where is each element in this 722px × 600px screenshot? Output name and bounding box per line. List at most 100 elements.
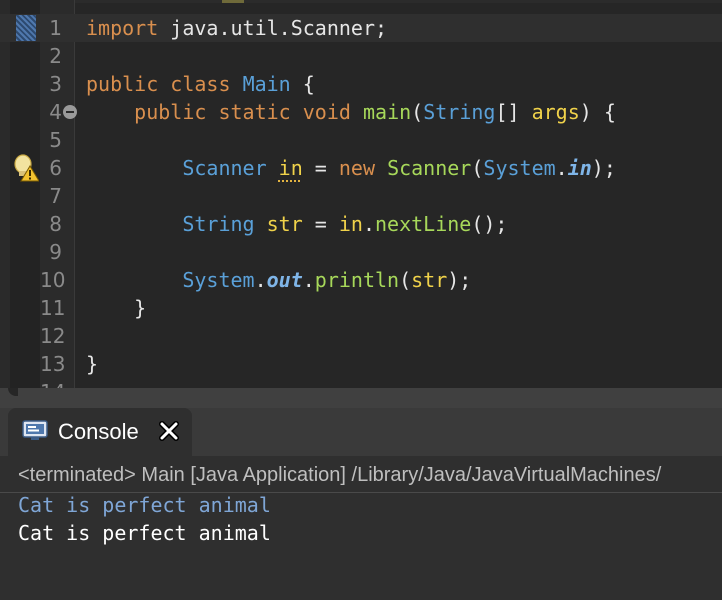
- code-token: ();: [471, 212, 508, 236]
- console-monitor-icon: [22, 420, 48, 440]
- separator-notch: [8, 388, 18, 396]
- code-token: void: [302, 100, 351, 124]
- bookmark-icon[interactable]: [16, 15, 36, 41]
- code-token: .: [362, 212, 376, 236]
- code-token: .: [555, 156, 568, 180]
- line-number: 1: [49, 16, 62, 40]
- code-line[interactable]: 5: [0, 126, 722, 154]
- code-token: .: [302, 268, 315, 292]
- code-token: ) {: [579, 100, 616, 124]
- code-token: new: [338, 156, 376, 180]
- code-line[interactable]: 11 }: [0, 294, 722, 322]
- code-line[interactable]: 13}: [0, 350, 722, 378]
- code-text[interactable]: Scanner in = new Scanner(System.in);: [86, 154, 616, 182]
- console-output-line: Cat is perfect animal: [18, 521, 271, 545]
- code-token: str: [411, 268, 448, 292]
- code-token: java.util.Scanner;: [158, 16, 388, 40]
- lightbulb-warning-icon[interactable]: [13, 154, 39, 182]
- code-editor[interactable]: 1 import java.util.Scanner; 2 3 public class…: [0, 0, 722, 388]
- code-token: (: [471, 156, 484, 180]
- code-line[interactable]: 8 String str = in.nextLine();: [0, 210, 722, 238]
- code-line[interactable]: 9: [0, 238, 722, 266]
- code-line[interactable]: 2: [0, 42, 722, 70]
- line-number: 13: [40, 352, 66, 376]
- code-line[interactable]: 1 import java.util.Scanner;: [0, 14, 722, 42]
- code-text[interactable]: public static void main(String[] args) {: [86, 98, 616, 126]
- code-token: main: [362, 100, 412, 124]
- code-token: =: [302, 212, 339, 236]
- code-line[interactable]: 6 Scanner in = new Scanner(System.in);: [0, 154, 722, 182]
- code-token: static: [218, 100, 291, 124]
- code-token: }: [86, 296, 147, 320]
- code-text[interactable]: }: [86, 350, 98, 378]
- code-token: import: [86, 16, 159, 40]
- editor-tab-strip: [0, 0, 722, 3]
- code-line[interactable]: 10 System.out.println(str);: [0, 266, 722, 294]
- code-text[interactable]: System.out.println(str);: [86, 266, 471, 294]
- line-number: 12: [40, 324, 66, 348]
- code-token: {: [290, 72, 315, 96]
- line-number: 8: [49, 212, 62, 236]
- code-text[interactable]: String str = in.nextLine();: [86, 210, 507, 238]
- line-number: 3: [49, 72, 62, 96]
- console-tab-label: Console: [58, 419, 139, 444]
- code-token: println: [314, 268, 400, 292]
- panel-separator[interactable]: [0, 388, 722, 408]
- code-token: args: [531, 100, 580, 124]
- close-icon[interactable]: [158, 420, 180, 442]
- code-token: =: [302, 156, 339, 180]
- code-token: );: [591, 156, 616, 180]
- code-text[interactable]: }: [86, 294, 146, 322]
- line-number: 4: [49, 100, 62, 124]
- code-line[interactable]: 7: [0, 182, 722, 210]
- line-number: 10: [40, 268, 66, 292]
- editor-tab-edge[interactable]: [222, 0, 244, 3]
- console-view: Console <terminated> Main [Java Applicat…: [0, 408, 722, 600]
- code-token: (: [411, 100, 424, 124]
- code-token: in: [338, 212, 363, 236]
- code-token: Main: [242, 72, 291, 96]
- line-number: 9: [49, 240, 62, 264]
- code-token: System: [182, 268, 255, 292]
- code-token: Scanner: [182, 156, 267, 180]
- line-number: 7: [49, 184, 62, 208]
- code-line[interactable]: 14: [0, 378, 722, 388]
- code-token: .: [254, 268, 267, 292]
- code-token: String: [423, 100, 496, 124]
- code-token: public: [86, 72, 159, 96]
- line-number: 14: [40, 378, 65, 388]
- line-number: 11: [40, 296, 66, 320]
- tab-console[interactable]: Console: [8, 408, 192, 456]
- code-line[interactable]: 4 public static void main(String[] args)…: [0, 98, 722, 126]
- console-input-line: Cat is perfect animal: [18, 493, 271, 517]
- code-token: class: [170, 72, 231, 96]
- code-text[interactable]: import java.util.Scanner;: [86, 14, 387, 42]
- line-number: 5: [49, 128, 62, 152]
- fold-collapse-icon[interactable]: [63, 105, 77, 119]
- code-token: String: [182, 212, 255, 236]
- line-number: 6: [49, 156, 62, 180]
- code-text[interactable]: public class Main {: [86, 70, 315, 98]
- code-token: public: [134, 100, 207, 124]
- code-token: str: [266, 212, 303, 236]
- console-tab-bar: Console: [0, 408, 722, 456]
- code-line[interactable]: 3 public class Main {: [0, 70, 722, 98]
- code-line[interactable]: 12: [0, 322, 722, 350]
- code-token: (: [399, 268, 412, 292]
- code-token: );: [447, 268, 472, 292]
- console-status: <terminated> Main [Java Application] /Li…: [18, 464, 662, 486]
- code-token: in: [278, 156, 303, 180]
- code-token: out: [266, 268, 303, 292]
- code-token: nextLine: [375, 212, 472, 236]
